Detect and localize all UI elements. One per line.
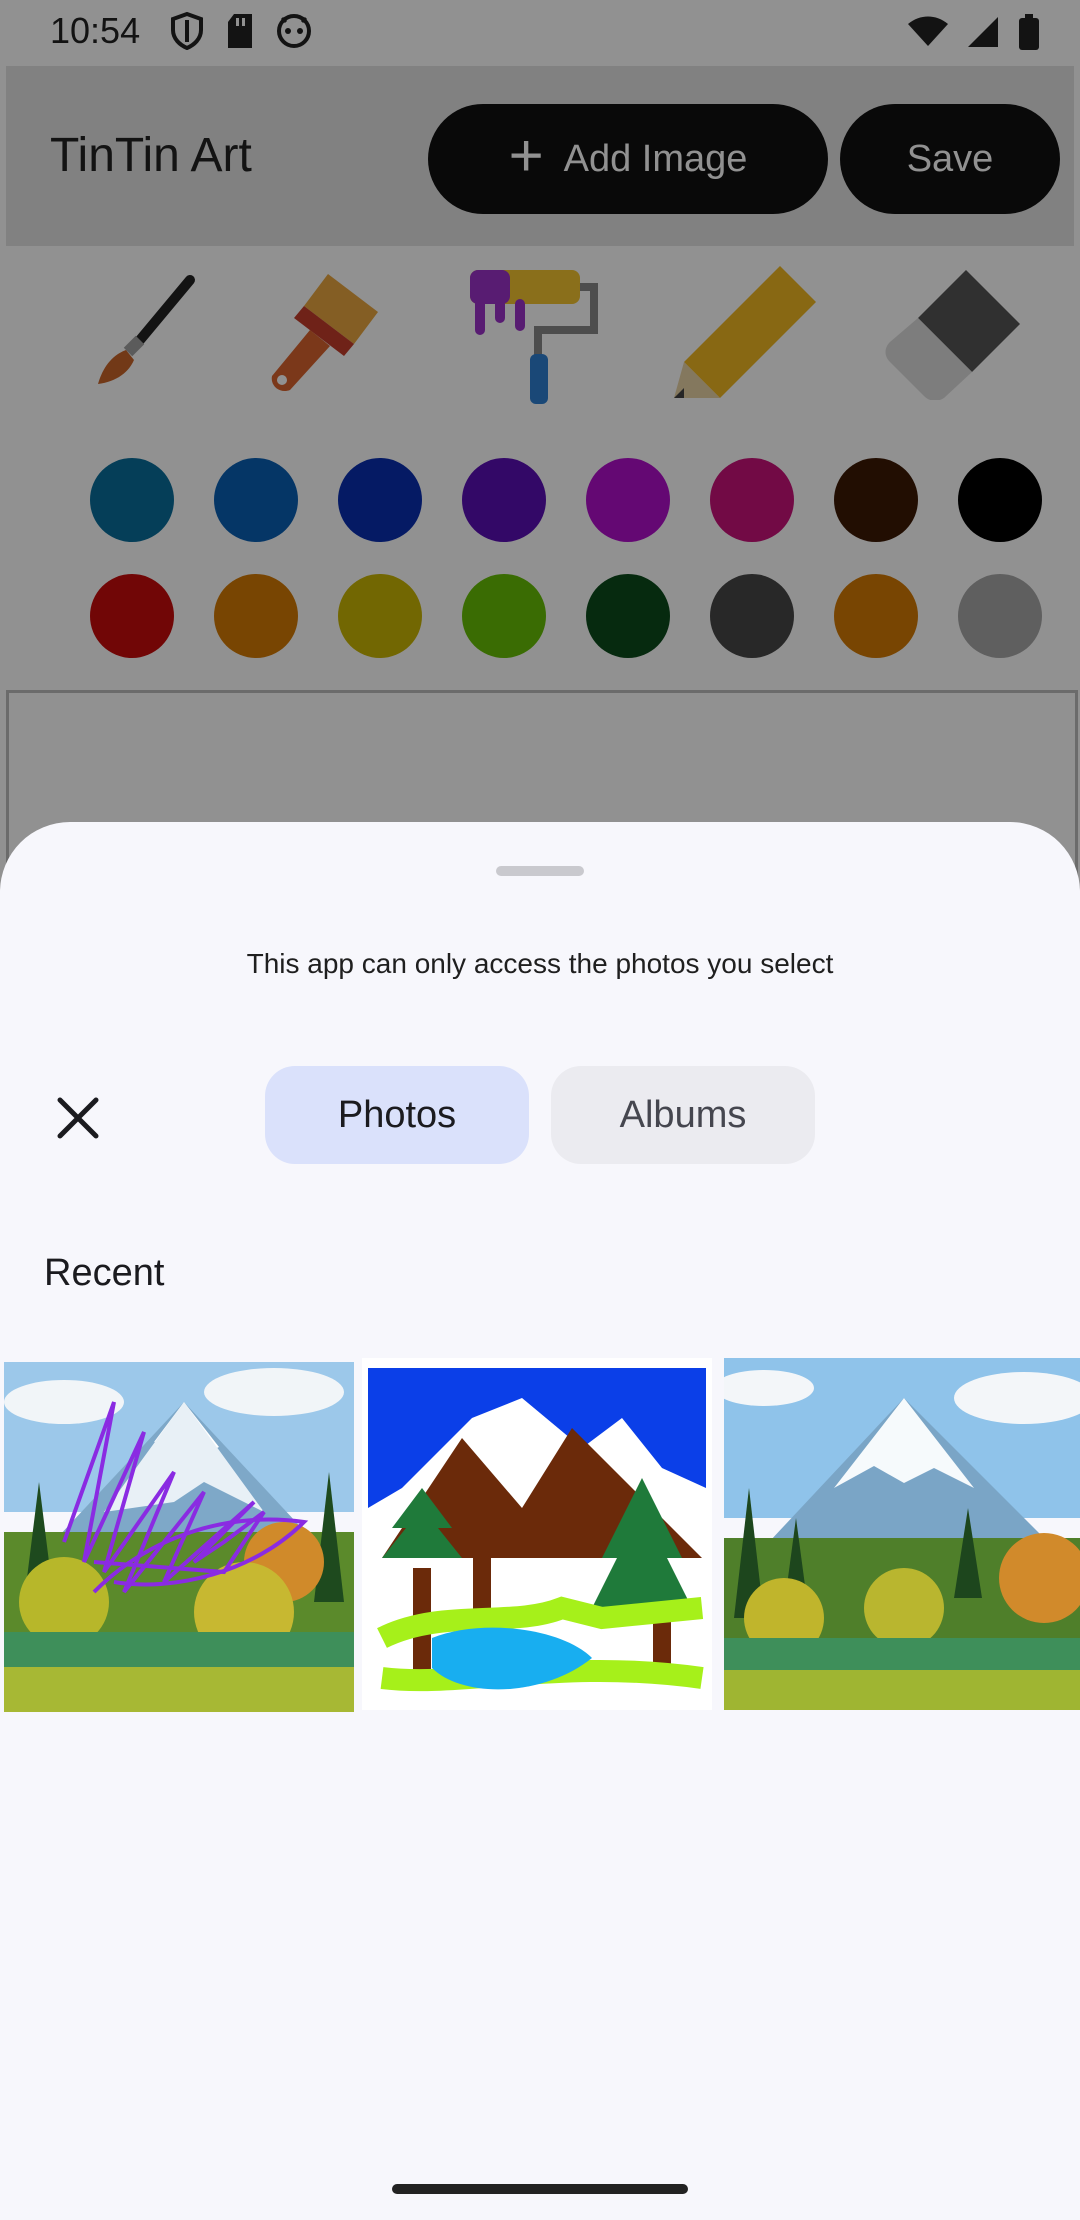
gesture-bar	[392, 2184, 688, 2194]
photo-mountain-scribbled[interactable]	[4, 1362, 354, 1714]
tab-photos-label: Photos	[337, 1093, 457, 1136]
tab-albums[interactable]: Albums	[551, 1066, 815, 1164]
tab-albums-label: Albums	[619, 1093, 747, 1136]
photo-picker-sheet: This app can only access the photos you …	[0, 822, 1080, 2220]
photo-child-drawing[interactable]	[362, 1358, 712, 1710]
photo-mountain-landscape[interactable]	[724, 1358, 1080, 1710]
section-title: Recent	[44, 1252, 165, 1294]
drag-handle[interactable]	[496, 866, 584, 876]
access-info-text: This app can only access the photos you …	[246, 948, 834, 979]
close-icon[interactable]	[50, 1090, 106, 1146]
tab-photos[interactable]: Photos	[265, 1066, 529, 1164]
